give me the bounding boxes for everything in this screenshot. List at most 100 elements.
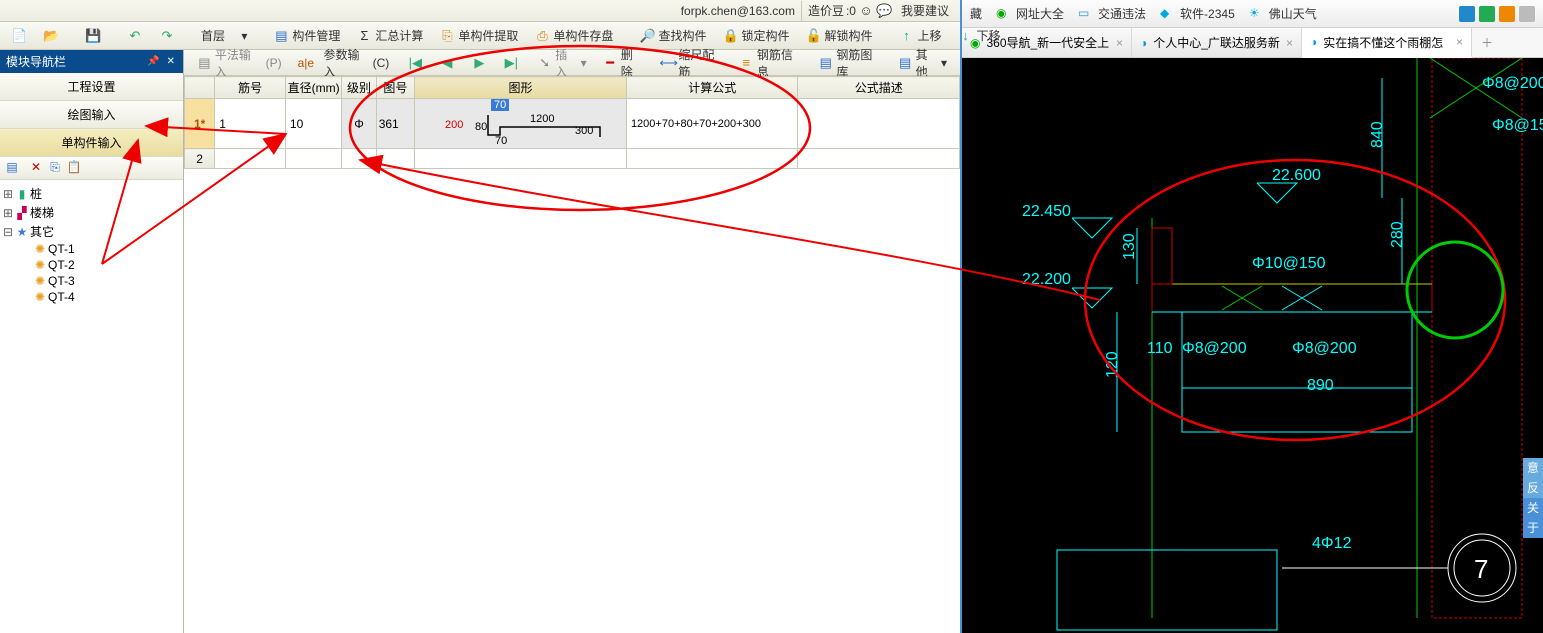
- svg-text:4Φ12: 4Φ12: [1312, 535, 1352, 552]
- svg-text:130: 130: [1121, 233, 1138, 260]
- save-button[interactable]: 💾: [78, 25, 108, 47]
- fav-weather[interactable]: ☀佛山天气: [1249, 5, 1317, 22]
- grid-row-2[interactable]: 2: [185, 149, 960, 169]
- fav-traffic[interactable]: ▭交通违法: [1078, 5, 1146, 22]
- cog-icon: ✺: [32, 290, 48, 304]
- sidebar-btn-draw[interactable]: 绘图输入: [0, 101, 183, 129]
- svg-text:Φ8@200: Φ8@200: [1482, 75, 1543, 92]
- cell-desc[interactable]: [798, 99, 960, 149]
- sidebar-mini-toolbar: ▤ ✕ ⎘ 📋: [0, 157, 183, 180]
- browser-tab-1[interactable]: ◑个人中心_广联达服务新×: [1132, 28, 1302, 57]
- unlock-icon: 🔓: [805, 28, 821, 44]
- close-icon[interactable]: ×: [1456, 35, 1463, 49]
- cog-icon: ✺: [32, 242, 48, 256]
- rebar-grid[interactable]: 筋号 直径(mm) 级别 图号 图形 计算公式 公式描述 1* 1 10 Φ 3…: [184, 76, 960, 169]
- tree-item-other[interactable]: ⊟★其它: [2, 222, 181, 241]
- cell-dia[interactable]: 10: [285, 99, 342, 149]
- new-icon: 📄: [11, 28, 27, 44]
- right-side-strip[interactable]: 意反 关于: [1523, 458, 1543, 538]
- col-code[interactable]: 筋号: [215, 77, 286, 99]
- redo-button[interactable]: ↷: [152, 25, 182, 47]
- feedback-button[interactable]: 我要建议: [894, 0, 956, 22]
- mini-props-icon[interactable]: ▤: [4, 160, 20, 176]
- doc-icon: ▭: [1078, 6, 1094, 22]
- cell-shape[interactable]: 200 80 70 1200 300 70: [415, 99, 627, 149]
- ext-icon-3[interactable]: [1499, 6, 1515, 22]
- svg-text:840: 840: [1369, 121, 1386, 148]
- tree-item-stair[interactable]: ⊞▞楼梯: [2, 203, 181, 222]
- ext-icon-4[interactable]: [1519, 6, 1535, 22]
- scale-icon: ⟷: [659, 55, 675, 71]
- open-icon: 📂: [43, 28, 59, 44]
- redo-icon: ↷: [159, 28, 175, 44]
- prev-button[interactable]: ◀: [432, 52, 462, 74]
- down-icon: ↓: [958, 28, 974, 44]
- tree-item-qt3[interactable]: ✺QT-3: [2, 273, 181, 289]
- cell-formula[interactable]: 1200+70+80+70+200+300: [626, 99, 798, 149]
- user-email: forpk.chen@163.com: [681, 4, 795, 18]
- mini-copy-icon[interactable]: ⎘: [47, 160, 63, 176]
- other-icon: ▤: [898, 55, 913, 71]
- cell-figno[interactable]: 361: [376, 99, 414, 149]
- col-dia[interactable]: 直径(mm): [285, 77, 342, 99]
- credits-label: 造价豆: [808, 2, 844, 19]
- search-icon: 🔎: [639, 28, 655, 44]
- stair-icon: ▞: [14, 206, 30, 220]
- svg-text:22.200: 22.200: [1022, 271, 1071, 288]
- svg-text:Φ8@200: Φ8@200: [1292, 340, 1357, 357]
- mini-paste-icon[interactable]: 📋: [66, 160, 82, 176]
- ext-icon-1[interactable]: [1459, 6, 1475, 22]
- browser-tab-2[interactable]: ◑实在搞不懂这个雨棚怎×: [1302, 28, 1472, 58]
- first-button[interactable]: |◀: [400, 52, 430, 74]
- svg-text:280: 280: [1389, 221, 1406, 248]
- row-marker-1[interactable]: 1*: [185, 99, 215, 149]
- sigma-icon: Σ: [356, 28, 372, 44]
- last-button[interactable]: ▶|: [496, 52, 526, 74]
- fav-soft[interactable]: ◆软件-2345: [1160, 5, 1235, 22]
- new-button[interactable]: 📄: [4, 25, 34, 47]
- svg-text:22.450: 22.450: [1022, 203, 1071, 220]
- col-level[interactable]: 级别: [342, 77, 376, 99]
- fav-sites[interactable]: ◉网址大全: [996, 5, 1064, 22]
- col-figno[interactable]: 图号: [376, 77, 414, 99]
- col-formula[interactable]: 计算公式: [626, 77, 798, 99]
- ext-icon-2[interactable]: [1479, 6, 1495, 22]
- tree-item-qt2[interactable]: ✺QT-2: [2, 257, 181, 273]
- close-icon[interactable]: ×: [1286, 36, 1293, 50]
- next-icon: ▶: [471, 55, 487, 71]
- tree-item-qt1[interactable]: ✺QT-1: [2, 241, 181, 257]
- svg-text:Φ10@150: Φ10@150: [1252, 255, 1326, 272]
- cell-code[interactable]: 1: [215, 99, 286, 149]
- component-tree: ⊞▮桩 ⊞▞楼梯 ⊟★其它 ✺QT-1 ✺QT-2 ✺QT-3 ✺QT-4: [0, 180, 183, 633]
- undo-icon: ↶: [127, 28, 143, 44]
- rebar-icon: ≡: [739, 55, 754, 71]
- add-tab-button[interactable]: ＋: [1472, 28, 1502, 57]
- move-down-button[interactable]: ↓下移: [951, 24, 1008, 47]
- chat-icon: 💬: [876, 3, 892, 19]
- cad-drawing: 22.600 22.450 22.200 130 280 120 110 890…: [962, 58, 1543, 633]
- mini-delete-icon[interactable]: ✕: [28, 160, 44, 176]
- col-shape[interactable]: 图形: [415, 77, 627, 99]
- sidebar-btn-project[interactable]: 工程设置: [0, 73, 183, 101]
- svg-text:120: 120: [1104, 351, 1121, 378]
- credits-value: :0: [846, 4, 856, 18]
- undo-button[interactable]: ↶: [120, 25, 150, 47]
- tree-item-qt4[interactable]: ✺QT-4: [2, 289, 181, 305]
- cad-viewport[interactable]: 22.600 22.450 22.200 130 280 120 110 890…: [962, 58, 1543, 633]
- row-marker-2[interactable]: 2: [185, 149, 215, 169]
- lib-icon: ▤: [818, 55, 833, 71]
- tree-item-pile[interactable]: ⊞▮桩: [2, 184, 181, 203]
- dim-200: 200: [445, 119, 463, 131]
- open-button[interactable]: 📂: [36, 25, 66, 47]
- sidebar-btn-single[interactable]: 单构件输入: [0, 129, 183, 157]
- pile-icon: ▮: [14, 187, 30, 201]
- cell-level[interactable]: Φ: [342, 99, 376, 149]
- grid-row-1[interactable]: 1* 1 10 Φ 361 200 80 70 1200 300 70: [185, 99, 960, 149]
- sidebar-pin-controls[interactable]: 📌 ✕: [147, 56, 177, 67]
- up-icon: ↑: [898, 28, 914, 44]
- next-button[interactable]: ▶: [464, 52, 494, 74]
- single-extract-button[interactable]: ⎘单构件提取: [432, 24, 525, 47]
- first-icon: |◀: [407, 55, 423, 71]
- col-desc[interactable]: 公式描述: [798, 77, 960, 99]
- close-icon[interactable]: ×: [1116, 36, 1123, 50]
